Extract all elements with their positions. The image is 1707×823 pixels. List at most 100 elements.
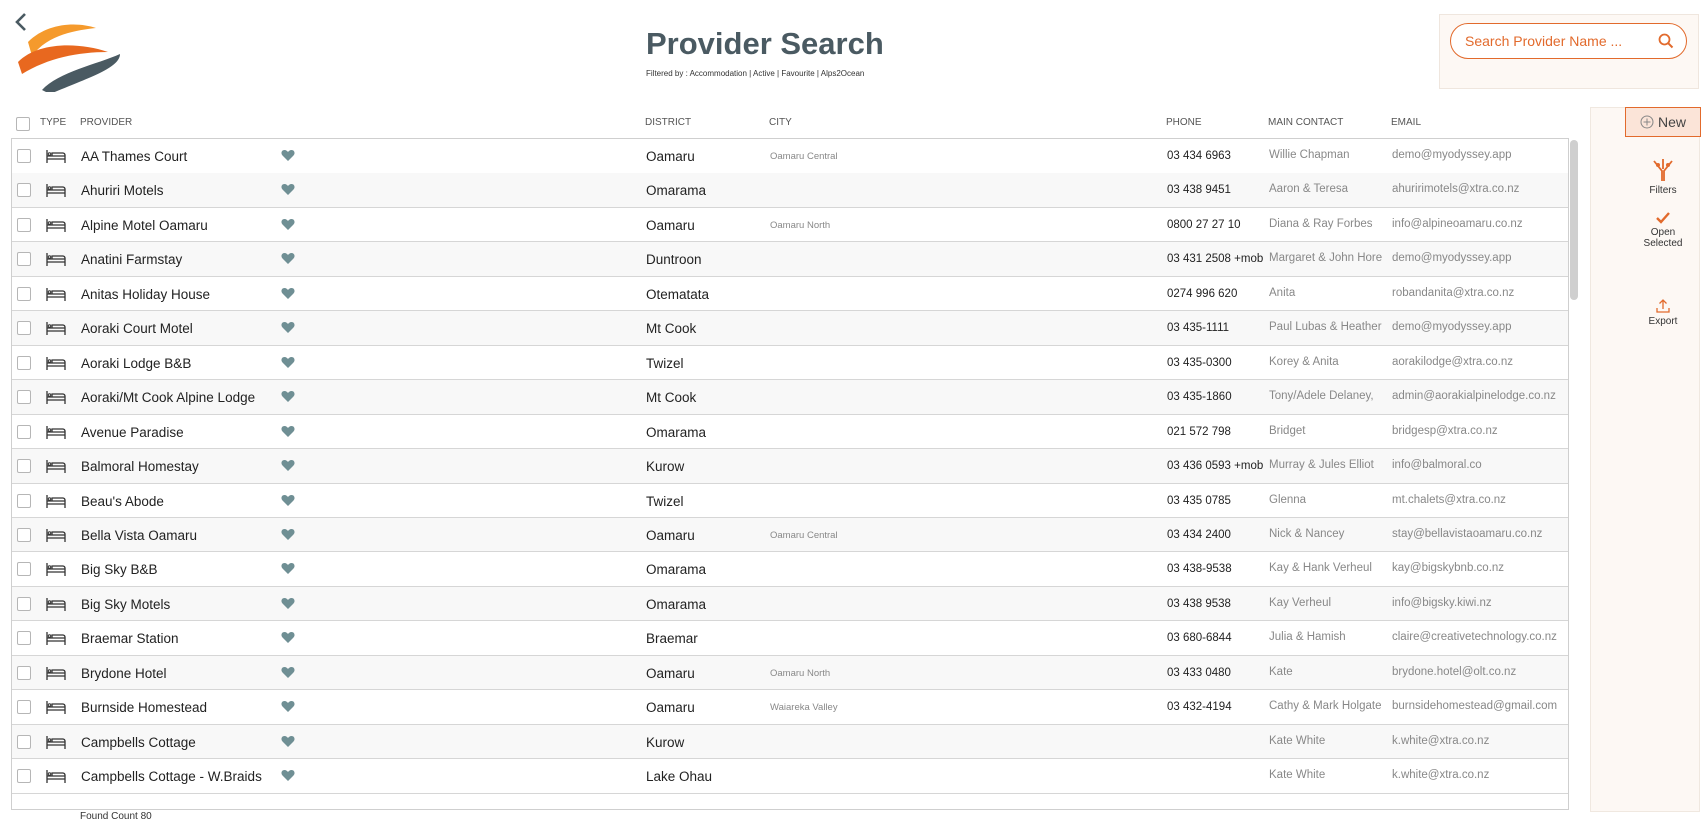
heart-icon[interactable] (281, 562, 295, 575)
table-row[interactable]: Campbells Cottage - W.Braids Lake Ohau Kat… (12, 759, 1568, 794)
table-row[interactable]: Campbells Cottage Kurow Kate White k.white@… (12, 724, 1568, 760)
table-row[interactable]: Burnside Homestead Oamaru Waiareka Valley 0… (12, 690, 1568, 725)
column-provider[interactable]: PROVIDER (80, 117, 132, 128)
provider-name[interactable]: Campbells Cottage - W.Braids (81, 769, 262, 784)
table-row[interactable]: Braemar Station Braemar 03 680-6844 Julia &… (12, 621, 1568, 656)
row-checkbox[interactable] (17, 459, 31, 474)
heart-icon[interactable] (281, 287, 295, 300)
row-checkbox[interactable] (17, 183, 31, 198)
heart-icon[interactable] (281, 321, 295, 334)
heart-icon[interactable] (281, 528, 295, 541)
heart-icon[interactable] (281, 252, 295, 265)
district-cell: Oamaru (646, 149, 695, 164)
table-row[interactable]: Big Sky B&B Omarama 03 438-9538 Kay & Hank … (12, 552, 1568, 587)
provider-name[interactable]: Anatini Farmstay (81, 252, 182, 267)
column-email[interactable]: EMAIL (1391, 117, 1421, 128)
row-checkbox[interactable] (17, 700, 31, 715)
provider-name[interactable]: Alpine Motel Oamaru (81, 218, 208, 233)
column-type[interactable]: TYPE (40, 117, 66, 128)
heart-icon[interactable] (281, 735, 295, 748)
table-row[interactable]: Aoraki/Mt Cook Alpine Lodge Mt Cook 03 435… (12, 380, 1568, 415)
table-scrollbar[interactable] (1570, 140, 1578, 300)
open-selected-button[interactable]: Open Selected (1630, 211, 1696, 249)
row-checkbox[interactable] (17, 527, 31, 542)
contact-cell: Diana & Ray Forbes (1269, 217, 1373, 230)
provider-name[interactable]: Beau's Abode (81, 494, 164, 509)
heart-icon[interactable] (281, 218, 295, 231)
heart-icon[interactable] (281, 631, 295, 644)
heart-icon[interactable] (281, 597, 295, 610)
table-row[interactable]: Bella Vista Oamaru Oamaru Oamaru Central 03… (12, 517, 1568, 553)
phone-cell: 021 572 798 (1167, 425, 1231, 438)
provider-name[interactable]: Balmoral Homestay (81, 459, 199, 474)
provider-name[interactable]: Aoraki/Mt Cook Alpine Lodge (81, 390, 255, 405)
provider-name[interactable]: Aoraki Lodge B&B (81, 356, 191, 371)
row-checkbox[interactable] (17, 631, 31, 646)
table-row[interactable]: Beau's Abode Twizel 03 435 0785 Glenna mt.ch… (12, 484, 1568, 518)
provider-name[interactable]: Anitas Holiday House (81, 287, 210, 302)
provider-name[interactable]: Campbells Cottage (81, 735, 196, 750)
email-cell: info@alpineoamaru.co.nz (1392, 217, 1523, 230)
table-row[interactable]: Ahuriri Motels Omarama 03 438 9451 Aaron & … (12, 173, 1568, 208)
provider-name[interactable]: Brydone Hotel (81, 666, 167, 681)
row-checkbox[interactable] (17, 217, 31, 232)
table-row[interactable]: Big Sky Motels Omarama 03 438 9538 Kay Verh… (12, 586, 1568, 622)
table-row[interactable]: AA Thames Court Oamaru Oamaru Central 03 43… (12, 139, 1568, 174)
provider-name[interactable]: Burnside Homestead (81, 700, 207, 715)
provider-name[interactable]: Big Sky Motels (81, 597, 170, 612)
table-row[interactable]: Brydone Hotel Oamaru Oamaru North 03 433 04… (12, 655, 1568, 691)
phone-cell: 03 434 6963 (1167, 150, 1231, 162)
heart-icon[interactable] (281, 769, 295, 782)
table-row[interactable]: Anitas Holiday House Otematata 0274 996 62… (12, 277, 1568, 312)
provider-name[interactable]: Ahuriri Motels (81, 183, 164, 198)
row-checkbox[interactable] (17, 734, 31, 749)
filter-icon (1653, 159, 1673, 181)
row-checkbox[interactable] (17, 286, 31, 301)
filters-button[interactable]: Filters (1630, 157, 1696, 196)
search-input[interactable] (1465, 31, 1645, 51)
column-district[interactable]: DISTRICT (645, 117, 691, 128)
new-button[interactable]: New (1625, 107, 1701, 137)
bed-icon (45, 458, 67, 474)
row-checkbox[interactable] (17, 321, 31, 336)
heart-icon[interactable] (281, 356, 295, 369)
table-row[interactable]: Avenue Paradise Omarama 021 572 798 Bridget… (12, 415, 1568, 450)
heart-icon[interactable] (281, 390, 295, 403)
row-checkbox[interactable] (17, 390, 31, 405)
table-row[interactable]: Alpine Motel Oamaru Oamaru Oamaru North 080… (12, 208, 1568, 243)
row-checkbox[interactable] (17, 424, 31, 439)
row-checkbox[interactable] (17, 562, 31, 577)
column-city[interactable]: CITY (769, 117, 792, 128)
district-cell: Oamaru (646, 665, 695, 681)
select-all-checkbox[interactable] (16, 117, 30, 131)
row-checkbox[interactable] (17, 149, 31, 163)
provider-name[interactable]: Big Sky B&B (81, 562, 158, 577)
table-row[interactable]: Aoraki Court Motel Mt Cook 03 435-1111 Paul… (12, 311, 1568, 346)
export-button[interactable]: Export (1630, 298, 1696, 327)
row-checkbox[interactable] (17, 355, 31, 370)
provider-name[interactable]: Braemar Station (81, 631, 179, 646)
row-checkbox[interactable] (17, 493, 31, 508)
row-checkbox[interactable] (17, 769, 31, 784)
heart-icon[interactable] (281, 149, 295, 162)
table-row[interactable]: Anatini Farmstay Duntroon 03 431 2508 +mob… (12, 242, 1568, 277)
row-checkbox[interactable] (17, 596, 31, 611)
table-row[interactable]: Aoraki Lodge B&B Twizel 03 435-0300 Korey &… (12, 346, 1568, 381)
heart-icon[interactable] (281, 494, 295, 507)
heart-icon[interactable] (281, 425, 295, 438)
heart-icon[interactable] (281, 459, 295, 472)
provider-name[interactable]: AA Thames Court (81, 149, 187, 164)
row-checkbox[interactable] (17, 665, 31, 680)
column-phone[interactable]: PHONE (1166, 117, 1202, 128)
provider-name[interactable]: Aoraki Court Motel (81, 321, 193, 336)
row-checkbox[interactable] (17, 252, 31, 267)
search-icon[interactable] (1658, 33, 1674, 49)
provider-name[interactable]: Avenue Paradise (81, 425, 184, 440)
heart-icon[interactable] (281, 666, 295, 679)
district-cell: Omarama (646, 562, 707, 578)
heart-icon[interactable] (281, 700, 295, 713)
heart-icon[interactable] (281, 183, 295, 196)
provider-name[interactable]: Bella Vista Oamaru (81, 528, 197, 543)
table-row[interactable]: Balmoral Homestay Kurow 03 436 0593 +mob Mu… (12, 449, 1568, 484)
column-main-contact[interactable]: MAIN CONTACT (1268, 117, 1343, 128)
